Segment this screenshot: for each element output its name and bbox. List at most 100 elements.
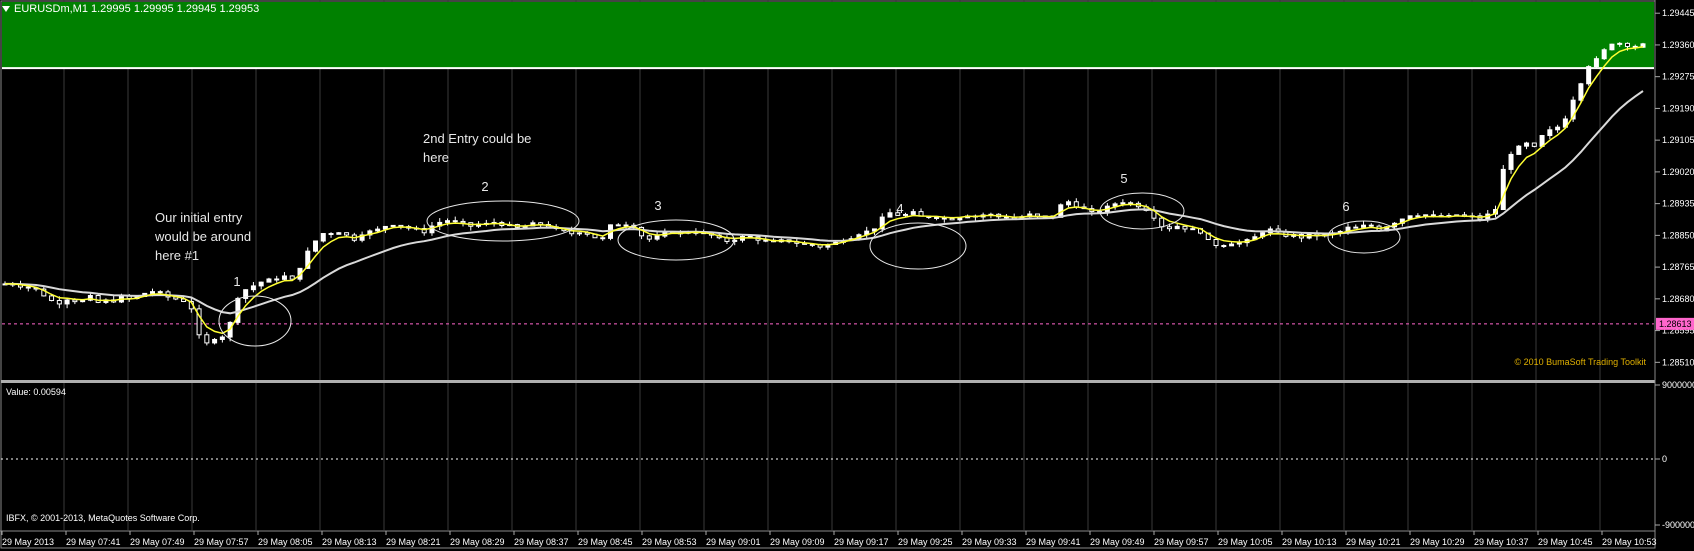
vendor-copyright: IBFX, © 2001-2013, MetaQuotes Software C… [6,513,200,523]
indicator-axis-label: -9000000 [1662,520,1694,530]
time-label: 29 May 08:45 [578,537,633,547]
bear-candle-body [157,291,163,294]
bear-candle-body [1159,217,1165,228]
price-label: 1.28850 [1662,230,1694,240]
bear-candle-body [1624,42,1630,47]
candle [1531,142,1537,148]
price-label: 1.29360 [1662,40,1694,50]
bull-candle-body [1524,142,1530,147]
bear-candle-body [452,220,458,223]
indicator-axis-label: 9000000 [1662,380,1694,390]
bear-candle-body [1166,226,1172,230]
price-label: 1.29190 [1662,103,1694,113]
bull-candle-body [576,232,582,235]
bear-candle-body [1368,224,1374,227]
bull-candle-body [1617,42,1623,45]
bull-candle-body [1236,242,1242,245]
bull-candle-body [64,299,70,305]
price-label: 1.28510 [1662,357,1694,367]
time-label: 29 May 08:13 [322,537,377,547]
bull-candle-body [1120,202,1126,205]
bull-candle-body [375,228,381,232]
time-label: 29 May 07:49 [130,537,185,547]
bear-candle-body [49,295,55,302]
bear-candle-body [1213,238,1219,247]
time-label: 29 May 10:37 [1474,537,1529,547]
copyright-text: © 2010 BumaSoft Trading Toolkit [1514,357,1646,367]
bull-candle-body [654,235,660,240]
candle [95,294,101,304]
price-chart[interactable]: 1 2 3 4 5 6 1.29445 1.29360 1.29275 1.29190 1.291… [0,0,1694,551]
candle [336,231,342,235]
price-label: 1.29020 [1662,167,1694,177]
indicator-value: Value: 0.00594 [6,387,66,397]
bull-candle-body [320,233,326,242]
bull-candle-body [212,338,218,344]
time-label: 29 May 08:29 [450,537,505,547]
bull-candle-body [258,281,264,287]
panel-separator[interactable] [1,380,1655,383]
bull-candle-body [149,291,155,294]
bull-candle-body [1112,203,1118,207]
bull-candle-body [250,285,256,291]
bear-candle-body [328,233,334,236]
time-label: 29 May 09:49 [1090,537,1145,547]
bull-candle-body [1609,43,1615,51]
time-label: 29 May 09:41 [1026,537,1081,547]
price-label: 1.28765 [1662,262,1694,272]
bear-candle-body [72,299,78,303]
bear-candle-body [623,224,629,227]
bear-candle-body [949,217,955,221]
time-label: 29 May 09:57 [1154,537,1209,547]
chart-window[interactable]: 1 2 3 4 5 6 1.29445 1.29360 1.29275 1.29190 1.291… [0,0,1694,551]
candle [196,304,202,339]
bull-candle-body [281,275,287,280]
price-label: 1.29445 [1662,8,1694,18]
initial-entry-note: Our initial entry would be around here #… [155,208,251,265]
ellipse-label: 6 [1342,199,1349,214]
price-label: 1.28680 [1662,294,1694,304]
bull-candle-body [910,211,916,215]
bull-candle-body [444,220,450,223]
bear-candle-body [274,278,280,281]
candle [1516,144,1522,155]
time-label: 29 May 10:21 [1346,537,1401,547]
price-label: 1.28935 [1662,199,1694,209]
indicator-axis-label: 0 [1662,454,1667,464]
time-label: 29 May 08:37 [514,537,569,547]
bull-candle-body [1174,225,1180,230]
time-label: 29 May 2013 [2,537,54,547]
time-label: 29 May 10:45 [1538,537,1593,547]
bull-candle-body [390,224,396,227]
bull-candle-body [1500,168,1506,211]
bear-candle-body [1430,214,1436,217]
bear-candle-body [204,334,210,344]
price-label: 1.29105 [1662,135,1694,145]
time-label: 29 May 09:01 [706,537,761,547]
time-label: 29 May 08:53 [642,537,697,547]
bear-candle-body [934,216,940,219]
bull-candle-body [1601,49,1607,60]
bull-candle-body [313,240,319,252]
bull-candle-body [1516,145,1522,155]
ellipse-label: 4 [896,201,903,216]
bear-candle-body [1128,202,1134,205]
time-label: 29 May 09:33 [962,537,1017,547]
bull-candle-body [1547,129,1553,137]
time-label: 29 May 08:21 [386,537,441,547]
note-line: 2nd Entry could be [423,131,532,146]
bull-candle-body [1508,153,1514,170]
bear-candle-body [344,232,350,236]
symbol-title[interactable]: EURUSDm,M1 1.29995 1.29995 1.29945 1.299… [2,2,259,16]
bull-candle-body [1361,224,1367,228]
bear-candle-body [646,235,652,240]
candle [320,233,326,243]
time-label: 29 May 10:29 [1410,537,1465,547]
bull-candle-body [266,278,272,283]
bear-candle-body [615,224,621,227]
dropdown-triangle-icon[interactable] [2,6,10,12]
bull-candle-body [1190,228,1196,231]
candle [313,240,319,253]
bear-candle-body [1531,142,1537,147]
bear-candle-body [763,239,769,242]
